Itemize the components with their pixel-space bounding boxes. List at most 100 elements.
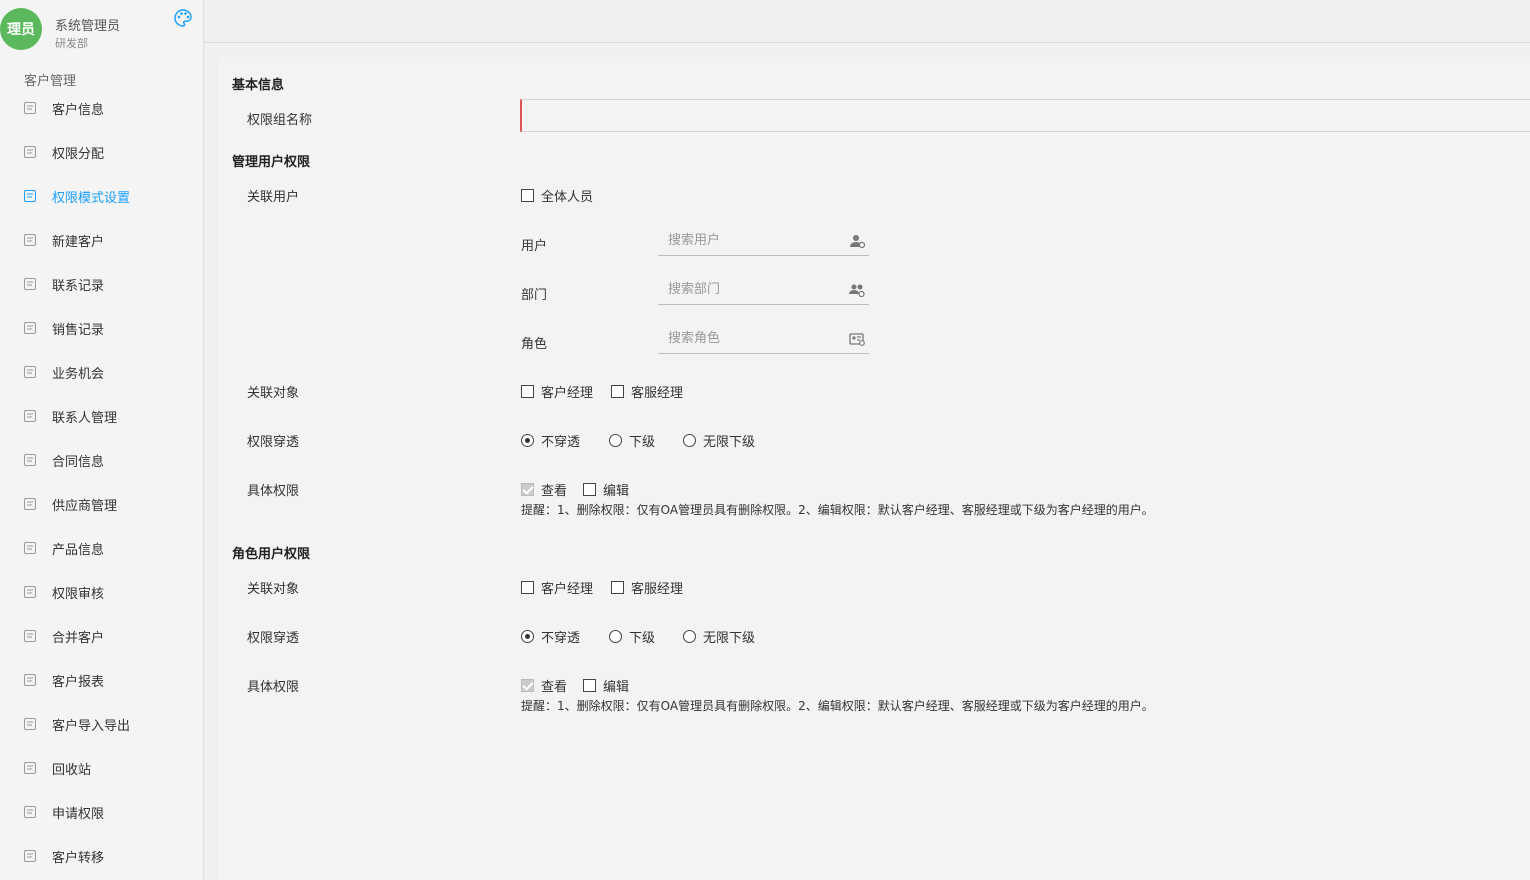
sidebar: 理员 系统管理员 研发部 客户管理 客户信息 权限分配 权限模式设置 新建客户 联系记录…	[0, 0, 204, 880]
related-object-label-2: 关联对象	[247, 582, 300, 597]
record-icon	[23, 277, 37, 291]
dept-search	[658, 274, 869, 305]
related-object-label-1: 关联对象	[247, 386, 300, 401]
subordinate-label: 下级	[629, 435, 656, 450]
sidebar-item-1[interactable]: 权限分配	[0, 130, 204, 174]
sidebar-item-label: 权限模式设置	[52, 190, 131, 206]
edit-label: 编辑	[603, 680, 630, 695]
checkbox-box[interactable]	[521, 189, 534, 202]
transfer-icon	[23, 849, 37, 863]
avatar[interactable]: 理员	[0, 8, 42, 50]
sidebar-item-11[interactable]: 权限审核	[0, 570, 204, 614]
sidebar-item-5[interactable]: 销售记录	[0, 306, 204, 350]
user-select-icon[interactable]	[849, 233, 865, 249]
customer-manager-label: 客户经理	[541, 582, 594, 597]
user-search-input[interactable]	[658, 225, 838, 255]
sidebar-item-4[interactable]: 联系记录	[0, 262, 204, 306]
sidebar-item-label: 业务机会	[52, 366, 105, 382]
sidebar-item-9[interactable]: 供应商管理	[0, 482, 204, 526]
checkbox-box[interactable]	[583, 483, 596, 496]
sidebar-item-label: 联系人管理	[52, 410, 118, 426]
sidebar-item-13[interactable]: 客户报表	[0, 658, 204, 702]
sidebar-item-label: 销售记录	[52, 322, 105, 338]
sidebar-item-17[interactable]: 客户转移	[0, 834, 204, 878]
sidebar-item-label: 合并客户	[52, 630, 105, 646]
permission-tip-2: 提醒：1、删除权限：仅有OA管理员具有删除权限。2、编辑权限：默认客户经理、客服…	[521, 699, 1154, 713]
unlimited-sub-radio-2[interactable]: 无限下级	[683, 627, 755, 646]
dept-search-input[interactable]	[658, 274, 838, 304]
role-search-input[interactable]	[658, 323, 838, 353]
sidebar-item-label: 合同信息	[52, 454, 105, 470]
view-label: 查看	[541, 484, 568, 499]
contract-icon	[23, 453, 37, 467]
role-select-icon[interactable]	[849, 331, 865, 347]
dept-select-icon[interactable]	[849, 282, 865, 298]
checkbox-box[interactable]	[611, 581, 624, 594]
sidebar-item-2[interactable]: 权限模式设置	[0, 174, 204, 218]
sidebar-item-12[interactable]: 合并客户	[0, 614, 204, 658]
sidebar-item-label: 回收站	[52, 762, 92, 778]
checkbox-box[interactable]	[521, 581, 534, 594]
palette-icon[interactable]	[173, 8, 193, 28]
user-box: 理员 系统管理员 研发部	[0, 0, 204, 62]
subordinate-radio-2[interactable]: 下级	[609, 627, 655, 646]
report-icon	[23, 673, 37, 687]
no-penetrate-radio-1[interactable]: 不穿透	[521, 431, 580, 450]
phone-icon	[23, 409, 37, 423]
sidebar-item-label: 新建客户	[52, 234, 105, 250]
user-add-icon	[23, 233, 37, 247]
sidebar-item-14[interactable]: 客户导入导出	[0, 702, 204, 746]
import-export-icon	[23, 717, 37, 731]
service-manager-checkbox-1[interactable]: 客服经理	[611, 382, 683, 401]
penetration-label-2: 权限穿透	[247, 631, 300, 646]
group-name-input[interactable]	[520, 99, 1530, 132]
customer-manager-label: 客户经理	[541, 386, 594, 401]
shield-icon	[23, 585, 37, 599]
edit-label: 编辑	[603, 484, 630, 499]
no-penetrate-radio-2[interactable]: 不穿透	[521, 627, 580, 646]
radio-dot[interactable]	[609, 434, 622, 447]
sidebar-item-6[interactable]: 业务机会	[0, 350, 204, 394]
sidebar-item-3[interactable]: 新建客户	[0, 218, 204, 262]
subordinate-radio-1[interactable]: 下级	[609, 431, 655, 450]
checkbox-box[interactable]	[521, 385, 534, 398]
edit-checkbox-1[interactable]: 编辑	[583, 480, 629, 499]
radio-dot[interactable]	[683, 630, 696, 643]
grid-icon	[23, 145, 37, 159]
radio-dot[interactable]	[609, 630, 622, 643]
sidebar-item-10[interactable]: 产品信息	[0, 526, 204, 570]
service-manager-checkbox-2[interactable]: 客服经理	[611, 578, 683, 597]
user-label: 用户	[521, 239, 548, 254]
all-members-checkbox[interactable]: 全体人员	[521, 186, 593, 205]
edit-checkbox-2[interactable]: 编辑	[583, 676, 629, 695]
user-name: 系统管理员	[55, 19, 121, 34]
sidebar-item-16[interactable]: 申请权限	[0, 790, 204, 834]
sidebar-item-8[interactable]: 合同信息	[0, 438, 204, 482]
sidebar-item-15[interactable]: 回收站	[0, 746, 204, 790]
no-penetrate-label: 不穿透	[541, 631, 581, 646]
service-manager-label: 客服经理	[631, 582, 684, 597]
user-dept: 研发部	[55, 37, 88, 50]
sidebar-item-label: 权限分配	[52, 146, 105, 162]
checkbox-box[interactable]	[611, 385, 624, 398]
unlimited-sub-label: 无限下级	[703, 435, 756, 450]
sidebar-item-label: 权限审核	[52, 586, 105, 602]
sidebar-item-7[interactable]: 联系人管理	[0, 394, 204, 438]
checkbox-box[interactable]	[583, 679, 596, 692]
customer-manager-checkbox-2[interactable]: 客户经理	[521, 578, 593, 597]
customer-manager-checkbox-1[interactable]: 客户经理	[521, 382, 593, 401]
sidebar-item-0[interactable]: 客户信息	[0, 86, 204, 130]
radio-dot[interactable]	[683, 434, 696, 447]
penetration-label-1: 权限穿透	[247, 435, 300, 450]
sidebar-item-label: 客户报表	[52, 674, 105, 690]
user-icon	[23, 101, 37, 115]
top-bar	[204, 0, 1530, 43]
radio-dot[interactable]	[521, 434, 534, 447]
permission-tip-1: 提醒：1、删除权限：仅有OA管理员具有删除权限。2、编辑权限：默认客户经理、客服…	[521, 503, 1154, 517]
trash-icon	[23, 761, 37, 775]
briefcase-icon	[23, 365, 37, 379]
sidebar-item-label: 申请权限	[52, 806, 105, 822]
unlimited-sub-radio-1[interactable]: 无限下级	[683, 431, 755, 450]
checkbox-box	[521, 483, 534, 496]
radio-dot[interactable]	[521, 630, 534, 643]
